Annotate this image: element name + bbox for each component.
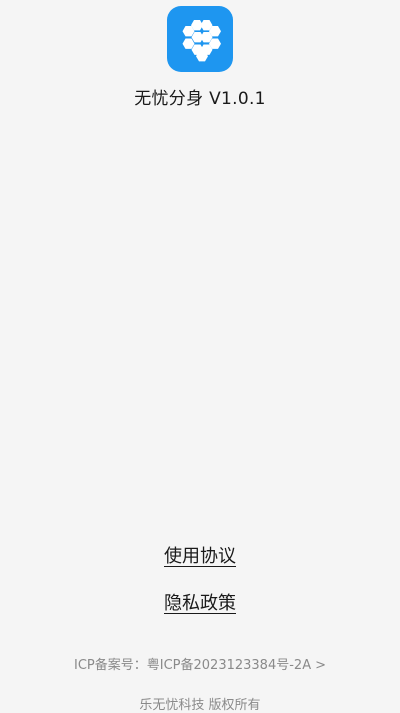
terms-of-use-link[interactable]: 使用协议 (164, 546, 236, 567)
icp-record-link[interactable]: ICP备案号：粤ICP备2023123384号-2A > (0, 654, 400, 673)
terms-of-use-link-row: 使用协议 (0, 542, 400, 568)
chevron-right-icon: > (315, 658, 326, 673)
privacy-policy-link-row: 隐私政策 (0, 589, 400, 615)
honeycomb-hexagon-icon (182, 20, 221, 62)
app-logo-icon (167, 6, 233, 72)
privacy-policy-link[interactable]: 隐私政策 (164, 593, 236, 614)
app-name-version: 无忧分身 V1.0.1 (134, 89, 266, 109)
icp-label: ICP备案号： (74, 658, 147, 673)
copyright-text: 乐无忧科技 版权所有 (139, 698, 261, 713)
icp-number: 粤ICP备2023123384号-2A (146, 658, 312, 673)
